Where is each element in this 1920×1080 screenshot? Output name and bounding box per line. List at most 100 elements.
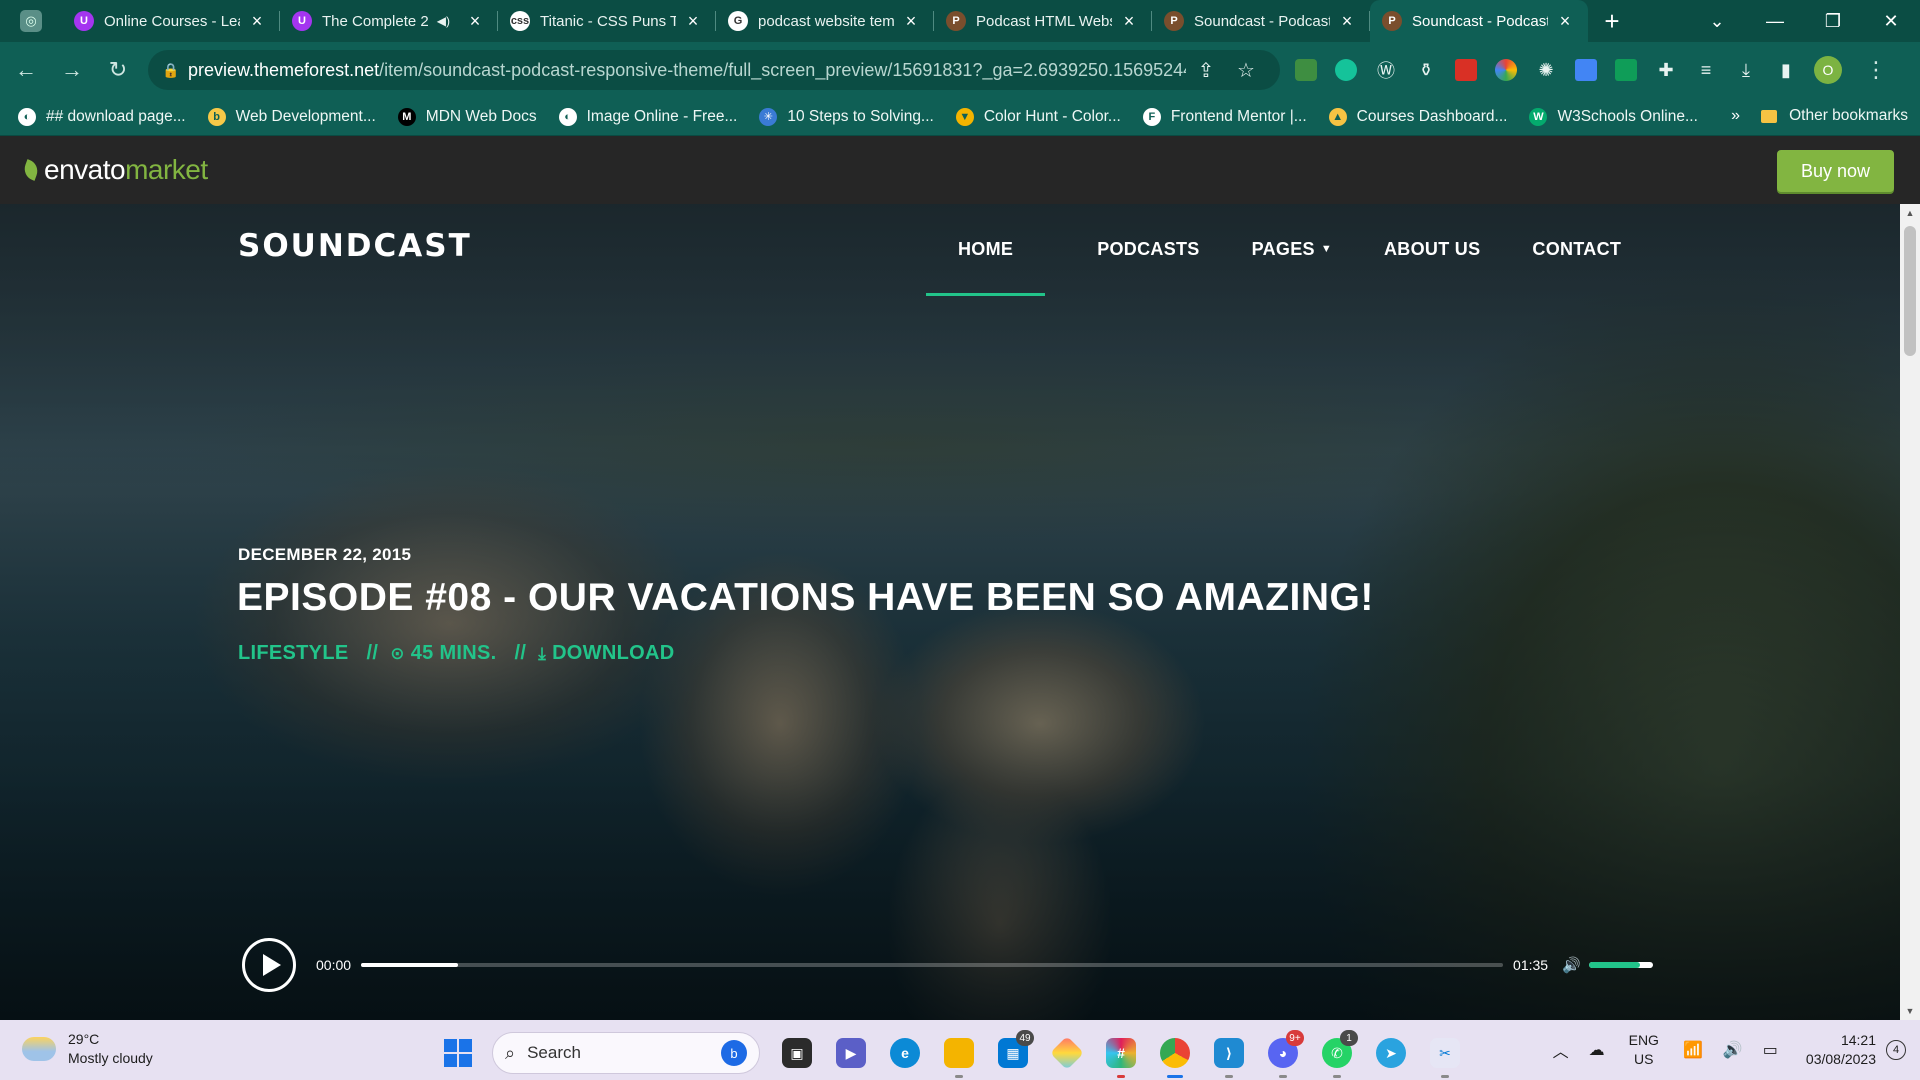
nav-podcasts[interactable]: PODCASTS	[1097, 204, 1199, 294]
reading-list-icon[interactable]: ≡	[1686, 50, 1726, 90]
nav-about-us[interactable]: ABOUT US	[1384, 204, 1480, 294]
vscode-button[interactable]: ⟩	[1206, 1028, 1252, 1078]
scroll-up-icon[interactable]: ▲	[1900, 208, 1920, 218]
bookmark-item[interactable]: b Web Development...	[207, 107, 376, 126]
chrome-button[interactable]	[1152, 1028, 1198, 1078]
buy-now-button[interactable]: Buy now	[1777, 150, 1894, 192]
side-panel-icon[interactable]: ▮	[1766, 50, 1806, 90]
bing-icon[interactable]: b	[721, 1040, 747, 1066]
speaker-icon[interactable]: 🔊	[1723, 1040, 1743, 1060]
edge-button[interactable]: e	[882, 1028, 928, 1078]
grammarly-icon[interactable]	[1326, 50, 1366, 90]
soundcast-logo[interactable]: SOUNDCAST	[238, 228, 472, 264]
browser-tab[interactable]: U The Complete 20 ◀) ×	[280, 0, 498, 42]
bookmark-item[interactable]: ◐ ## download page...	[18, 107, 186, 126]
episode-category-link[interactable]: LIFESTYLE	[238, 642, 348, 665]
progress-bar[interactable]	[361, 963, 1504, 967]
battery-icon[interactable]: ▭	[1763, 1040, 1778, 1060]
nav-contact[interactable]: CONTACT	[1532, 204, 1621, 294]
close-window-button[interactable]: ✕	[1862, 11, 1920, 32]
lock-icon[interactable]: 🔒	[162, 62, 188, 79]
notification-count[interactable]: 4	[1886, 1040, 1906, 1060]
tab-close-icon[interactable]: ×	[1338, 11, 1356, 32]
bookmark-item[interactable]: ✳ 10 Steps to Solving...	[759, 107, 934, 126]
tab-close-icon[interactable]: ×	[1120, 11, 1138, 32]
tab-audio-icon[interactable]: ◀)	[437, 14, 450, 28]
browser-tab[interactable]: U Online Courses - Lea ×	[62, 0, 280, 42]
whatsapp-button[interactable]: ✆ 1	[1314, 1028, 1360, 1078]
tab-close-icon[interactable]: ×	[902, 11, 920, 32]
teams-chat-button[interactable]: ▶	[828, 1028, 874, 1078]
wordtune-icon[interactable]: Ⓦ	[1366, 50, 1406, 90]
show-hidden-icons-chevron-icon[interactable]: ︿	[1553, 1038, 1569, 1062]
restore-button[interactable]: ❐	[1804, 11, 1862, 32]
new-tab-button[interactable]: +	[1588, 6, 1636, 37]
url-text[interactable]: preview.themeforest.net/item/soundcast-p…	[188, 60, 1186, 81]
profile-avatar[interactable]: O	[1814, 56, 1842, 84]
scroll-down-icon[interactable]: ▼	[1900, 1006, 1920, 1016]
address-bar[interactable]: 🔒 preview.themeforest.net/item/soundcast…	[148, 50, 1280, 90]
episode-download-link[interactable]: DOWNLOAD	[552, 642, 674, 665]
back-button[interactable]: ←	[6, 57, 46, 83]
nav-pages[interactable]: PAGES ▼	[1252, 204, 1332, 294]
more-bookmarks-button[interactable]: »	[1731, 107, 1740, 125]
taskbar-search[interactable]: ⌕ Search b	[492, 1032, 760, 1074]
openai-extension-icon[interactable]: ✺	[1526, 50, 1566, 90]
tab-close-icon[interactable]: ×	[1556, 11, 1574, 32]
browser-tab[interactable]: P Podcast HTML Webs ×	[934, 0, 1152, 42]
store-button[interactable]: ▦ 49	[990, 1028, 1036, 1078]
episode-title[interactable]: EPISODE #08 - OUR VACATIONS HAVE BEEN SO…	[237, 576, 1374, 620]
browser-tab[interactable]: css Titanic - CSS Puns T ×	[498, 0, 716, 42]
translate-extension-icon[interactable]	[1566, 50, 1606, 90]
share-icon[interactable]: ⇪	[1186, 58, 1226, 83]
bottle-extension-icon[interactable]: ⚱	[1406, 50, 1446, 90]
forward-button[interactable]: →	[52, 57, 92, 83]
bookmark-item[interactable]: F Frontend Mentor |...	[1142, 107, 1307, 126]
tab-search-chevron-icon[interactable]: ⌄	[1688, 11, 1746, 32]
tab-close-icon[interactable]: ×	[684, 11, 702, 32]
file-explorer-button[interactable]	[936, 1028, 982, 1078]
clock[interactable]: 14:21 03/08/2023	[1806, 1031, 1876, 1069]
volume-slider[interactable]	[1588, 962, 1653, 968]
wifi-icon[interactable]: 📶	[1683, 1040, 1703, 1060]
snipping-tool-button[interactable]: ✂	[1422, 1028, 1468, 1078]
bookmark-item[interactable]: ▼ Color Hunt - Color...	[955, 107, 1121, 126]
nav-label: HOME	[958, 238, 1014, 259]
onedrive-icon[interactable]: ☁	[1589, 1040, 1605, 1060]
sheets-extension-icon[interactable]	[1606, 50, 1646, 90]
bookmark-item[interactable]: ◐ Image Online - Free...	[558, 107, 737, 126]
minimize-button[interactable]: —	[1746, 11, 1804, 32]
telegram-button[interactable]: ➤	[1368, 1028, 1414, 1078]
start-button[interactable]	[444, 1039, 472, 1067]
browser-tab[interactable]: P Soundcast - Podcast ×	[1370, 0, 1588, 42]
gitkraken-button[interactable]	[1044, 1028, 1090, 1078]
extensions-puzzle-icon[interactable]: ✚	[1646, 50, 1686, 90]
bookmark-star-icon[interactable]: ☆	[1226, 58, 1266, 83]
scrollbar-thumb[interactable]	[1904, 226, 1916, 356]
pdf-extension-icon[interactable]	[1446, 50, 1486, 90]
downloads-icon[interactable]: ⤓	[1726, 50, 1766, 90]
volume-icon[interactable]: 🔊	[1562, 956, 1581, 974]
discord-button[interactable]: ◕ 9+	[1260, 1028, 1306, 1078]
browser-tab[interactable]: Gpodcast website tem ×	[716, 0, 934, 42]
colorpicker-extension-icon[interactable]	[1486, 50, 1526, 90]
bookmark-item[interactable]: W W3Schools Online...	[1529, 107, 1698, 126]
nav-home[interactable]: HOME	[926, 204, 1046, 296]
tree-extension-icon[interactable]	[1286, 50, 1326, 90]
play-button[interactable]	[242, 938, 296, 992]
other-bookmarks-folder[interactable]: Other bookmarks	[1761, 107, 1908, 125]
bookmark-item[interactable]: M MDN Web Docs	[397, 107, 537, 126]
reload-button[interactable]: ↻	[98, 57, 138, 83]
page-scrollbar[interactable]: ▲ ▼	[1900, 204, 1920, 1020]
weather-widget[interactable]: 29°C Mostly cloudy	[22, 1030, 153, 1068]
slack-button[interactable]: #	[1098, 1028, 1144, 1078]
task-view-button[interactable]: ▣	[774, 1028, 820, 1078]
browser-menu-icon[interactable]: ⋮	[1856, 57, 1896, 83]
tab-close-icon[interactable]: ×	[248, 11, 266, 32]
bookmark-item[interactable]: ▲ Courses Dashboard...	[1328, 107, 1507, 126]
tab-close-icon[interactable]: ×	[466, 11, 484, 32]
envato-market-logo[interactable]: envato market	[21, 154, 208, 186]
tab-search-button[interactable]: ◎	[0, 0, 62, 42]
language-indicator[interactable]: ENG US	[1629, 1031, 1659, 1069]
browser-tab[interactable]: P Soundcast - Podcast ×	[1152, 0, 1370, 42]
